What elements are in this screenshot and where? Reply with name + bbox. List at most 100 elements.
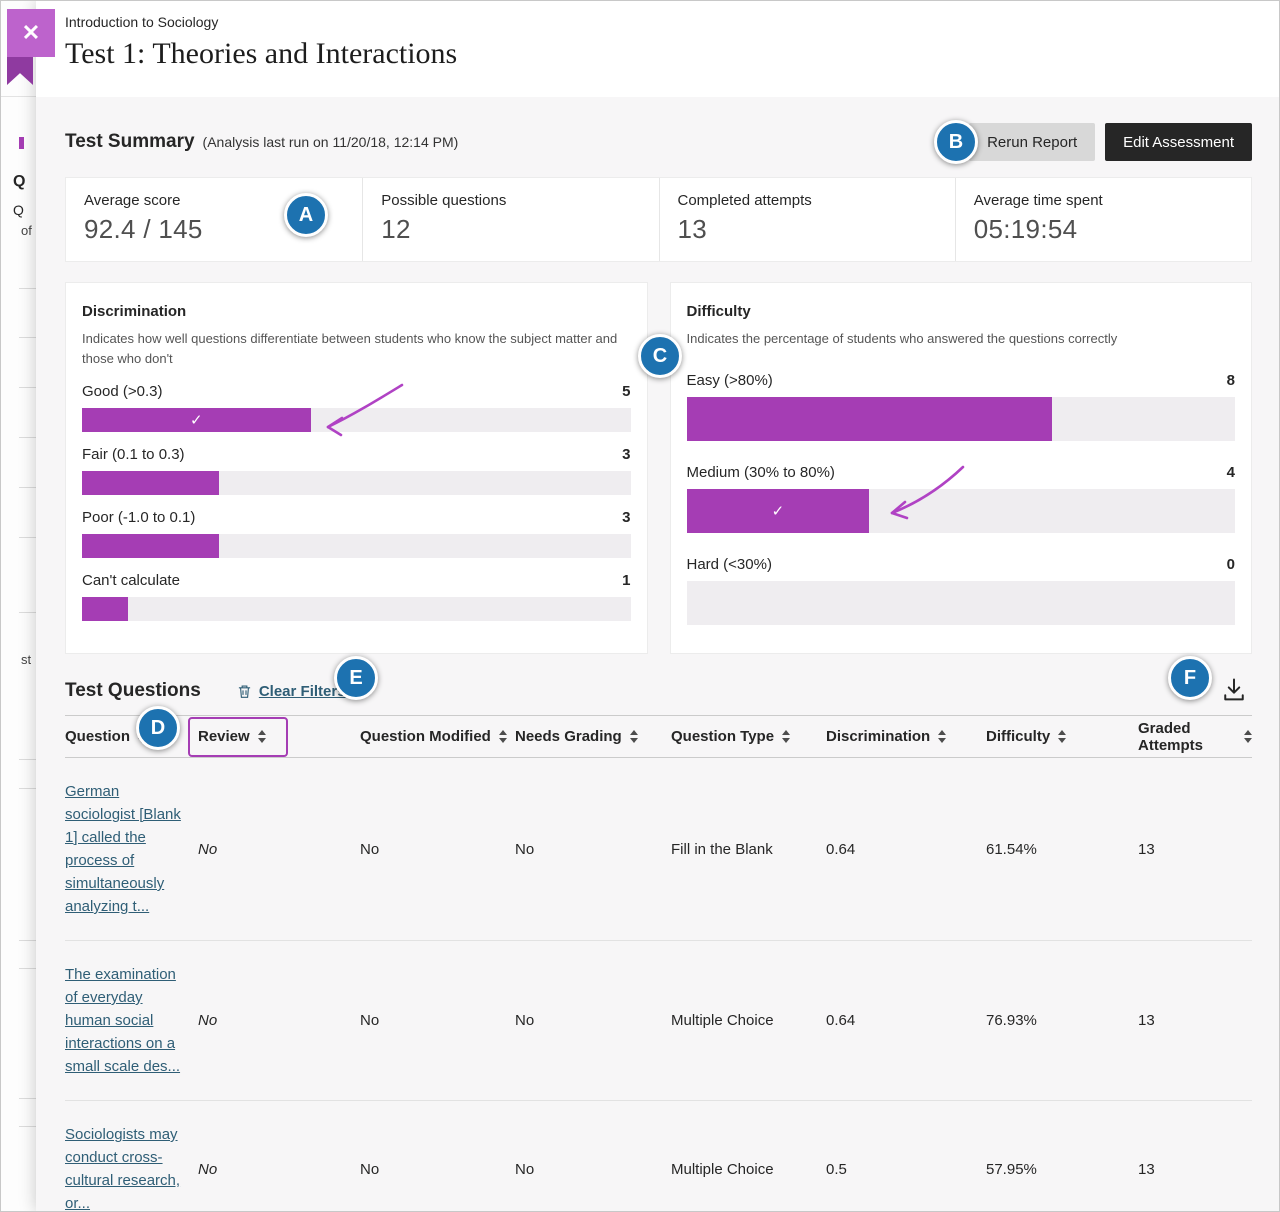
chart-subtitle: Indicates how well questions differentia…: [82, 329, 631, 369]
close-button[interactable]: ✕: [7, 9, 55, 57]
background-text-fragment: Q: [13, 173, 25, 191]
question-type-cell: Fill in the Blank: [671, 841, 826, 858]
discrimination-cell: 0.64: [826, 841, 986, 858]
bar-fill: [82, 471, 219, 495]
analysis-timestamp: (Analysis last run on 11/20/18, 12:14 PM…: [203, 134, 459, 150]
question-type-cell: Multiple Choice: [671, 1161, 826, 1178]
difficulty-cell: 61.54%: [986, 841, 1138, 858]
question-modified-cell: No: [360, 1012, 515, 1029]
bar-group: Poor (-1.0 to 0.1)3: [82, 509, 631, 558]
review-cell: No: [198, 1161, 360, 1178]
difficulty-cell: 57.95%: [986, 1161, 1138, 1178]
column-header-label: Needs Grading: [515, 728, 622, 745]
column-header-difficulty[interactable]: Difficulty: [986, 728, 1138, 745]
column-header-discrimination[interactable]: Discrimination: [826, 728, 986, 745]
difficulty-chart-card: Difficulty Indicates the percentage of s…: [670, 282, 1253, 654]
bar-count: 1: [622, 572, 630, 589]
summary-stat: Completed attempts 13: [659, 178, 955, 261]
bar-count: 4: [1227, 464, 1235, 481]
charts-row: Discrimination Indicates how well questi…: [65, 282, 1252, 654]
discrimination-cell: 0.5: [826, 1161, 986, 1178]
background-divider: [19, 1098, 36, 1099]
column-header-needs-grading[interactable]: Needs Grading: [515, 728, 671, 745]
sort-icon[interactable]: [630, 730, 638, 743]
column-header-question[interactable]: Question: [65, 728, 198, 745]
graded-attempts-cell: 13: [1138, 1012, 1252, 1029]
rerun-report-button[interactable]: Rerun Report: [969, 123, 1095, 161]
bar-group: Can't calculate1: [82, 572, 631, 621]
sort-icon[interactable]: [138, 730, 146, 743]
question-link[interactable]: Sociologists may conduct cross-cultural …: [65, 1126, 180, 1212]
review-cell: No: [198, 841, 360, 858]
table-row: Sociologists may conduct cross-cultural …: [65, 1101, 1252, 1212]
graded-attempts-cell: 13: [1138, 1161, 1252, 1178]
sort-icon[interactable]: [782, 730, 790, 743]
column-header-question-type[interactable]: Question Type: [671, 728, 826, 745]
background-divider: [19, 759, 36, 760]
stat-value: 05:19:54: [974, 214, 1233, 245]
bar-category-label: Easy (>80%): [687, 372, 773, 389]
bar-fill: ✓: [82, 408, 311, 432]
test-summary-header: Test Summary (Analysis last run on 11/20…: [65, 123, 1252, 161]
test-summary-heading: Test Summary: [65, 131, 195, 153]
bar-track: ✓: [82, 408, 631, 432]
bar-group: Hard (<30%)0: [687, 556, 1236, 625]
chart-title: Discrimination: [82, 303, 631, 320]
page-title: Test 1: Theories and Interactions: [65, 37, 1279, 71]
question-modified-cell: No: [360, 841, 515, 858]
needs-grading-cell: No: [515, 1161, 671, 1178]
screen: Q Q of st Introduction to Sociology Test…: [0, 0, 1280, 1212]
column-header-graded-attempts[interactable]: Graded Attempts: [1138, 720, 1252, 754]
background-divider: [19, 288, 36, 289]
background-divider: [19, 968, 36, 969]
panel-body: Test Summary (Analysis last run on 11/20…: [36, 123, 1279, 1212]
sort-icon[interactable]: [1058, 730, 1066, 743]
clear-filters-link[interactable]: Clear Filters: [237, 683, 346, 700]
question-cell: German sociologist [Blank 1] called the …: [65, 780, 198, 918]
stat-label: Possible questions: [381, 192, 640, 209]
sort-icon[interactable]: [1244, 730, 1252, 743]
bar-chart: Easy (>80%)8Medium (30% to 80%)4✓Hard (<…: [687, 372, 1236, 625]
panel-header: Introduction to Sociology Test 1: Theori…: [36, 1, 1279, 97]
clear-filters-label: Clear Filters: [259, 683, 346, 700]
bar-track: [82, 471, 631, 495]
column-header-label: Discrimination: [826, 728, 930, 745]
stat-label: Completed attempts: [678, 192, 937, 209]
bar-count: 3: [622, 446, 630, 463]
question-link[interactable]: German sociologist [Blank 1] called the …: [65, 783, 181, 915]
assessment-panel: Introduction to Sociology Test 1: Theori…: [36, 1, 1279, 1211]
bar-count: 5: [622, 383, 630, 400]
table-row: German sociologist [Blank 1] called the …: [65, 758, 1252, 941]
stat-label: Average time spent: [974, 192, 1233, 209]
needs-grading-cell: No: [515, 1012, 671, 1029]
background-divider: [19, 1126, 36, 1127]
bar-count: 3: [622, 509, 630, 526]
bar-track: [82, 534, 631, 558]
bar-track: [82, 597, 631, 621]
column-header-label: Difficulty: [986, 728, 1050, 745]
background-divider: [19, 387, 36, 388]
column-header-label: Question Type: [671, 728, 774, 745]
column-header-question-modified[interactable]: Question Modified: [360, 728, 515, 745]
table-body: German sociologist [Blank 1] called the …: [65, 758, 1252, 1212]
background-text-fragment: st: [21, 652, 31, 667]
graded-attempts-cell: 13: [1138, 841, 1252, 858]
sort-icon[interactable]: [938, 730, 946, 743]
background-text-fragment: Q: [13, 202, 24, 218]
chart-subtitle: Indicates the percentage of students who…: [687, 329, 1236, 349]
bar-category-label: Hard (<30%): [687, 556, 772, 573]
stat-label: Average score: [84, 192, 344, 209]
question-link[interactable]: The examination of everyday human social…: [65, 966, 180, 1075]
table-header-row: QuestionReviewQuestion ModifiedNeeds Gra…: [65, 715, 1252, 758]
edit-assessment-button[interactable]: Edit Assessment: [1105, 123, 1252, 161]
discrimination-cell: 0.64: [826, 1012, 986, 1029]
stat-value: 13: [678, 214, 937, 245]
background-divider: [19, 487, 36, 488]
background-divider: [1, 96, 36, 97]
download-results-button[interactable]: [1216, 674, 1252, 709]
sort-icon[interactable]: [499, 730, 507, 743]
bar-count: 8: [1227, 372, 1235, 389]
test-questions-heading: Test Questions: [65, 680, 201, 702]
bar-category-label: Good (>0.3): [82, 383, 162, 400]
background-divider: [19, 940, 36, 941]
